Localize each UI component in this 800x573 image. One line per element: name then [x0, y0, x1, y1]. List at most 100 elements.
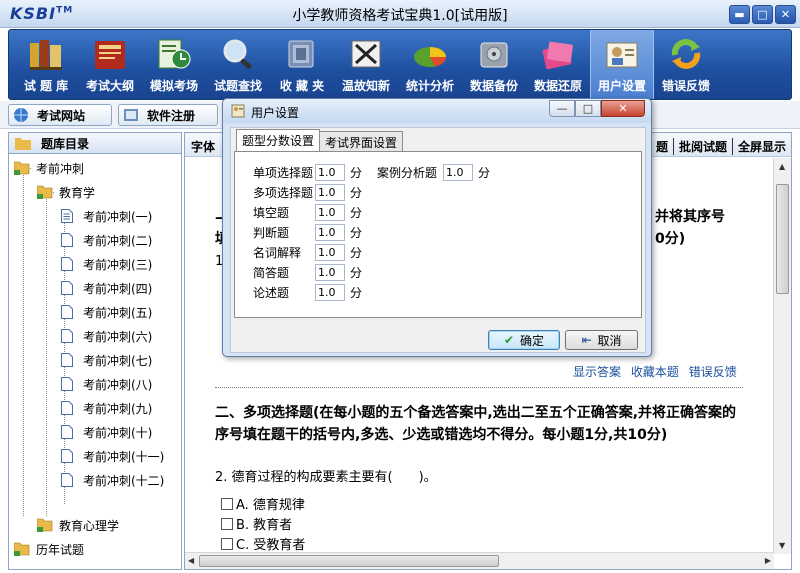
software-register-button[interactable]: 软件注册: [118, 104, 218, 126]
toolbar-error-feedback[interactable]: 错误反馈: [654, 30, 718, 99]
tree-node-past-exams[interactable]: 历年试题: [14, 540, 84, 558]
exam-website-button[interactable]: 考试网站: [8, 104, 112, 126]
document-icon: [61, 449, 73, 463]
score-row-1: 单项选择题分: [253, 163, 362, 181]
tab-score-settings[interactable]: 题型分数设置: [236, 129, 321, 151]
score-row-5: 名词解释分: [253, 243, 362, 261]
horizontal-scrollbar[interactable]: ◀ ▶: [185, 552, 774, 569]
tab-exam-ui-settings[interactable]: 考试界面设置: [319, 131, 404, 151]
tree-item-sprint-9[interactable]: 考前冲刺(九): [61, 399, 152, 417]
tree-item-sprint-5[interactable]: 考前冲刺(五): [61, 303, 152, 321]
vertical-scroll-thumb[interactable]: [776, 184, 789, 294]
document-icon: [61, 209, 73, 223]
ok-button[interactable]: ✔ 确定: [488, 330, 560, 350]
maximize-button[interactable]: □: [752, 5, 773, 24]
checkbox[interactable]: [221, 537, 233, 550]
toolbar-user-settings[interactable]: 用户设置: [590, 30, 654, 99]
tree-item-sprint-4[interactable]: 考前冲刺(四): [61, 279, 152, 297]
backup-disk-icon: [474, 35, 514, 73]
window-title: 小学教师资格考试宝典1.0[试用版]: [292, 8, 508, 24]
tree-item-sprint-3[interactable]: 考前冲刺(三): [61, 255, 152, 273]
tree-node-final-sprint[interactable]: 考前冲刺: [14, 159, 84, 177]
favorites-icon: [282, 35, 322, 73]
exit-door-icon: ⇤: [581, 333, 592, 347]
scroll-down-icon[interactable]: ▼: [779, 541, 785, 550]
score-row-case-analysis: 案例分析题 分: [377, 163, 490, 181]
header-link-partial[interactable]: 题: [649, 138, 673, 155]
score-input-3[interactable]: [315, 203, 345, 221]
globe-icon: [14, 108, 28, 122]
show-answer-link[interactable]: 显示答案: [573, 365, 621, 379]
question2-text: 2. 德育过程的构成要素主要有( )。: [215, 470, 437, 485]
toolbar-question-bank[interactable]: 试 题 库: [14, 30, 78, 99]
document-icon: [61, 353, 73, 367]
folder-open-icon: [37, 185, 53, 199]
report-error-link[interactable]: 错误反馈: [689, 365, 737, 379]
tree-item-sprint-1[interactable]: 考前冲刺(一): [61, 207, 152, 225]
question2-option-c[interactable]: C. 受教育者: [221, 534, 305, 553]
toolbar-statistics[interactable]: 统计分析: [398, 30, 462, 99]
tree-item-sprint-10[interactable]: 考前冲刺(十): [61, 423, 152, 441]
tree-item-sprint-6[interactable]: 考前冲刺(六): [61, 327, 152, 345]
toolbar-search-questions[interactable]: 试题查找: [206, 30, 270, 99]
scroll-right-icon[interactable]: ▶: [765, 556, 771, 565]
document-icon: [61, 473, 73, 487]
dialog-body: 题型分数设置 考试界面设置 单项选择题分多项选择题分填空题分判断题分名词解释分简…: [230, 127, 646, 353]
dialog-close-button[interactable]: ✕: [601, 100, 645, 117]
document-icon: [61, 425, 73, 439]
tree-item-sprint-8[interactable]: 考前冲刺(八): [61, 375, 152, 393]
document-icon: [61, 377, 73, 391]
vertical-scrollbar[interactable]: ▲ ▼: [773, 158, 791, 554]
section1-fragment: 并将其序号: [655, 209, 725, 225]
mock-exam-icon: [154, 35, 194, 73]
question2-option-b[interactable]: B. 教育者: [221, 514, 292, 533]
cancel-button[interactable]: ⇤ 取消: [565, 330, 638, 350]
settings-app-icon: [231, 104, 245, 118]
checkmark-icon: ✔: [503, 333, 515, 347]
score-input-1[interactable]: [315, 163, 345, 181]
score-input-case-analysis[interactable]: [443, 163, 473, 181]
tree-item-sprint-11[interactable]: 考前冲刺(十一): [61, 447, 164, 465]
toolbar-favorites[interactable]: 收 藏 夹: [270, 30, 334, 99]
document-icon: [61, 281, 73, 295]
question2-option-a[interactable]: A. 德育规律: [221, 494, 305, 513]
question-actions: 显示答案 收藏本题 错误反馈: [567, 363, 737, 380]
dialog-maximize-button[interactable]: □: [575, 100, 601, 117]
score-row-3: 填空题分: [253, 203, 362, 221]
score-input-7[interactable]: [315, 283, 345, 301]
tree-item-sprint-2[interactable]: 考前冲刺(二): [61, 231, 152, 249]
toolbar-data-backup[interactable]: 数据备份: [462, 30, 526, 99]
separator: [215, 387, 743, 388]
tree-item-sprint-7[interactable]: 考前冲刺(七): [61, 351, 152, 369]
score-input-2[interactable]: [315, 183, 345, 201]
tree-node-educational-psychology[interactable]: 教育心理学: [37, 516, 119, 534]
dialog-minimize-button[interactable]: —: [549, 100, 575, 117]
score-row-4: 判断题分: [253, 223, 362, 241]
minimize-button[interactable]: ▬: [729, 5, 750, 24]
checkbox[interactable]: [221, 497, 233, 510]
font-label[interactable]: 字体: [191, 138, 215, 155]
score-input-5[interactable]: [315, 243, 345, 261]
toolbar-mock-exam[interactable]: 模拟考场: [142, 30, 206, 99]
score-input-6[interactable]: [315, 263, 345, 281]
tree-item-sprint-12[interactable]: 考前冲刺(十二): [61, 471, 164, 489]
register-icon: [124, 109, 138, 121]
outline-book-icon: [90, 35, 130, 73]
toolbar-exam-outline[interactable]: 考试大纲: [78, 30, 142, 99]
dialog-title: 用户设置: [251, 106, 300, 120]
question-bank-tree-panel: 题库目录 考前冲刺 教育学 考前冲刺(一) 考前冲刺(二) 考前冲刺(三) 考前冲刺(…: [8, 132, 182, 570]
scroll-left-icon[interactable]: ◀: [188, 556, 194, 565]
checkbox[interactable]: [221, 517, 233, 530]
scroll-up-icon[interactable]: ▲: [779, 162, 785, 171]
grade-exam-link[interactable]: 批阅试题: [672, 138, 732, 155]
tree-node-pedagogy[interactable]: 教育学: [37, 183, 95, 201]
toolbar-review[interactable]: 温故知新: [334, 30, 398, 99]
score-input-4[interactable]: [315, 223, 345, 241]
horizontal-scroll-thumb[interactable]: [199, 555, 499, 567]
document-icon: [61, 401, 73, 415]
close-button[interactable]: ✕: [775, 5, 796, 24]
fullscreen-link[interactable]: 全屏显示: [731, 138, 791, 155]
favorite-question-link[interactable]: 收藏本题: [631, 365, 679, 379]
toolbar-data-restore[interactable]: 数据还原: [526, 30, 590, 99]
document-icon: [61, 305, 73, 319]
